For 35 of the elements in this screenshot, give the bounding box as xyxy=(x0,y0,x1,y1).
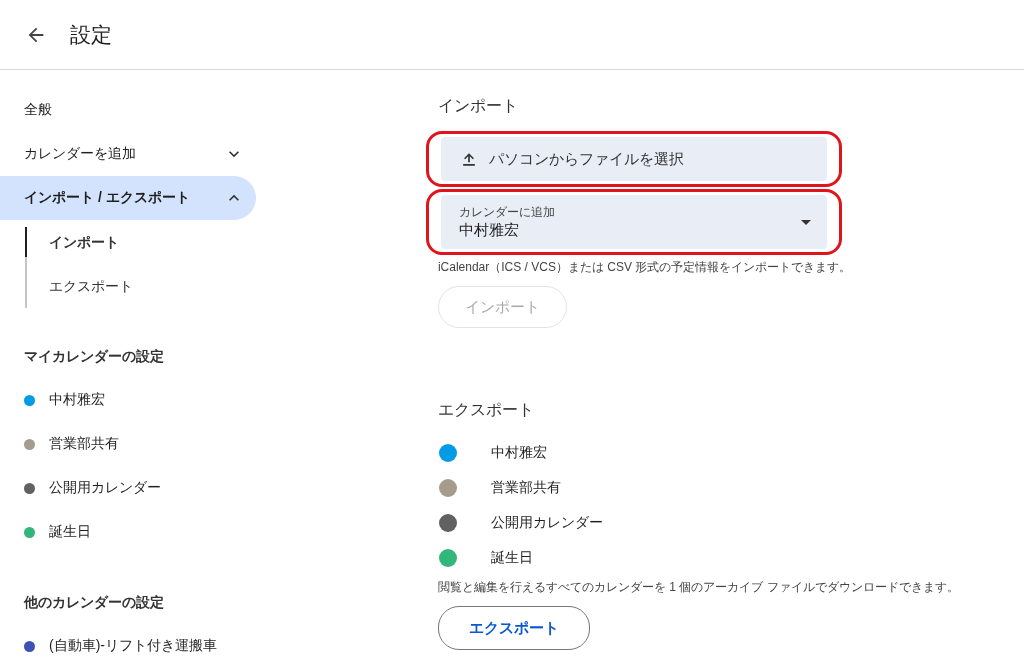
calendar-name: 公開用カレンダー xyxy=(49,479,161,497)
nav-label: インポート / エクスポート xyxy=(24,189,190,207)
page-title: 設定 xyxy=(70,21,112,48)
help-text: 閲覧と編集を行えるすべてのカレンダーを 1 個のアーカイブ ファイルでダウンロードできます。 xyxy=(437,579,960,596)
nav-label: 全般 xyxy=(24,101,52,119)
nav-item[interactable]: 全般 xyxy=(0,88,256,132)
nav-item[interactable]: インポート / エクスポート xyxy=(0,176,256,220)
calendar-item[interactable]: 誕生日 xyxy=(0,510,256,554)
calendar-item[interactable]: (自動車)-リフト付き運搬車 xyxy=(0,624,256,668)
section-heading: インポート xyxy=(437,96,519,116)
nav-item[interactable]: カレンダーを追加 xyxy=(0,132,256,176)
sub-nav-item[interactable]: インポート xyxy=(25,227,256,257)
section-heading: 他のカレンダーの設定 xyxy=(23,593,165,612)
calendar-name: 公開用カレンダー xyxy=(490,513,603,532)
section-heading: エクスポート xyxy=(437,400,535,420)
sub-nav-item[interactable]: エクスポート xyxy=(25,264,256,308)
calendar-name: 誕生日 xyxy=(490,548,533,567)
calendar-name: 中村雅宏 xyxy=(49,391,105,409)
select-label: カレンダーに追加 xyxy=(458,204,555,221)
calendar-name: 営業部共有 xyxy=(49,435,119,453)
calendar-item[interactable]: 営業部共有 xyxy=(0,422,256,466)
section-heading: マイカレンダーの設定 xyxy=(23,347,165,366)
nav-label: カレンダーを追加 xyxy=(24,145,136,163)
calendar-item[interactable]: 中村雅宏 xyxy=(0,378,256,422)
dropdown-triangle-icon xyxy=(800,219,811,225)
calendar-select[interactable]: カレンダーに追加 中村雅宏 xyxy=(440,195,827,249)
calendar-name: 中村雅宏 xyxy=(490,443,547,462)
select-value: 中村雅宏 xyxy=(458,221,520,240)
export-button[interactable]: エクスポート xyxy=(437,606,590,650)
calendar-name: 営業部共有 xyxy=(490,478,561,497)
calendar-name: 誕生日 xyxy=(49,523,91,541)
calendar-name: (自動車)-リフト付き運搬車 xyxy=(49,637,217,655)
help-text: iCalendar（ICS / VCS）または CSV 形式の予定情報をインポートできます。 xyxy=(437,259,853,276)
file-select-button[interactable]: パソコンからファイルを選択 xyxy=(440,137,827,181)
calendar-item[interactable]: 公開用カレンダー xyxy=(0,466,256,510)
